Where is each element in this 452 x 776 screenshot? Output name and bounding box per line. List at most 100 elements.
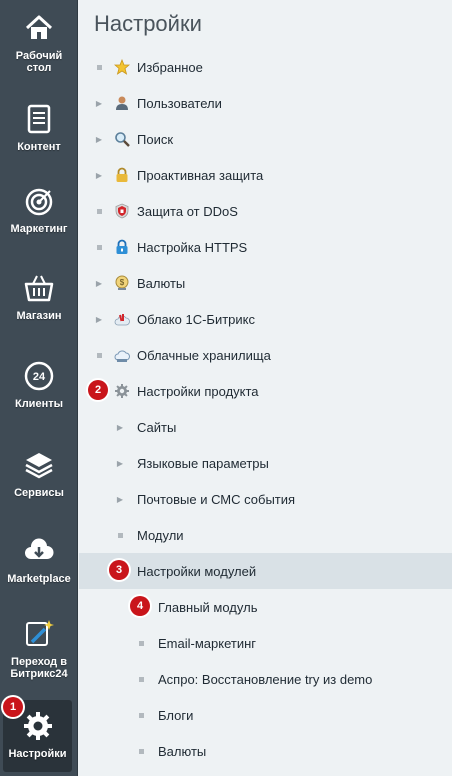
tree-item-label: Настройка HTTPS	[137, 239, 248, 255]
sidebar-item-bitrix24[interactable]: Переход в Битрикс24	[0, 618, 78, 680]
tree-item-label: Языковые параметры	[137, 455, 269, 471]
tree-item-currencies[interactable]: $ Валюты	[79, 265, 452, 301]
svg-text:$: $	[120, 278, 125, 287]
sidebar-item-label: Рабочий стол	[15, 50, 63, 74]
tree-item-language-settings[interactable]: Языковые параметры	[79, 445, 452, 481]
tree-item-label: Аспро: Восстановление try из demo	[158, 671, 373, 687]
basket-icon	[24, 275, 54, 302]
sidebar-item-label: Магазин	[16, 310, 62, 322]
document-icon	[27, 104, 51, 134]
clock-24-icon: 24	[24, 361, 54, 391]
step-badge-4: 4	[130, 596, 150, 616]
svg-text:24: 24	[33, 371, 46, 383]
expand-arrow-icon[interactable]	[95, 301, 103, 338]
settings-panel: Настройки Избранное Пользователи Поиск П…	[79, 0, 452, 776]
sidebar-item-label: Маркетинг	[10, 223, 68, 235]
sidebar-item-label: Клиенты	[14, 398, 63, 410]
tree-item-label: Проактивная защита	[137, 167, 264, 183]
tree-item-search[interactable]: Поиск	[79, 121, 452, 157]
tree-item-sites[interactable]: Сайты	[79, 409, 452, 445]
sidebar-item-marketplace[interactable]: Marketplace	[0, 535, 78, 585]
tree-item-label: Облачные хранилища	[137, 347, 271, 363]
tree-item-bitrix-cloud[interactable]: Облако 1С-Битрикс	[79, 301, 452, 337]
tree-item-label: Защита от DDoS	[137, 203, 238, 219]
tree-item-aspro-restore[interactable]: Аспро: Восстановление try из demo	[79, 661, 452, 697]
sidebar-item-desktop[interactable]: Рабочий стол	[0, 12, 78, 74]
bullet-marker	[95, 229, 103, 265]
sidebar-item-shop[interactable]: Магазин	[0, 272, 78, 322]
magic-wand-icon	[26, 620, 54, 646]
page-title: Настройки	[94, 11, 202, 36]
expand-arrow-icon[interactable]	[116, 445, 124, 482]
gear-icon	[115, 384, 129, 398]
tree-item-label: Настройки модулей	[137, 563, 257, 579]
sidebar-item-label: Контент	[17, 141, 61, 153]
expand-arrow-icon[interactable]	[116, 481, 124, 518]
tree-item-label: Блоги	[158, 707, 194, 723]
magnifier-icon	[115, 132, 130, 147]
step-badge-3: 3	[109, 560, 129, 580]
sidebar-item-label: Переход в Битрикс24	[10, 656, 68, 680]
expand-arrow-icon[interactable]	[116, 409, 124, 446]
bullet-marker	[137, 733, 145, 769]
tree-item-product-settings[interactable]: Настройки продукта	[79, 373, 452, 409]
bullet-marker	[137, 661, 145, 697]
sidebar-item-label: Сервисы	[14, 487, 64, 499]
expand-arrow-icon[interactable]	[95, 157, 103, 194]
gear-icon	[23, 712, 52, 740]
left-sidebar: Рабочий стол Контент Маркетинг Магазин 2…	[0, 0, 78, 776]
expand-arrow-icon[interactable]	[95, 265, 103, 302]
tree-item-label: Настройки продукта	[137, 383, 259, 399]
bullet-marker	[95, 193, 103, 229]
tree-item-label: Поиск	[137, 131, 174, 147]
bullet-marker	[137, 697, 145, 733]
tree-item-module-settings[interactable]: Настройки модулей	[79, 553, 452, 589]
step-badge-1: 1	[3, 697, 23, 717]
expand-arrow-icon[interactable]	[95, 121, 103, 158]
sidebar-item-label: Настройки	[8, 748, 67, 760]
bullet-marker	[95, 337, 103, 373]
tree-item-label: Избранное	[137, 59, 203, 75]
layers-icon	[25, 453, 53, 479]
tree-item-currency-module[interactable]: Валюты	[79, 733, 452, 769]
sidebar-item-label: Marketplace	[7, 573, 71, 585]
currency-icon: $	[115, 275, 129, 290]
tree-item-modules[interactable]: Модули	[79, 517, 452, 553]
https-lock-icon	[116, 239, 128, 254]
tree-item-https-settings[interactable]: Настройка HTTPS	[79, 229, 452, 265]
tree-item-label: Email-маркетинг	[158, 635, 257, 651]
star-icon	[114, 59, 130, 75]
sidebar-item-marketing[interactable]: Маркетинг	[0, 185, 78, 235]
cloud-icon	[114, 314, 130, 326]
tree-item-proactive-protection[interactable]: Проактивная защита	[79, 157, 452, 193]
bullet-marker	[116, 517, 124, 553]
target-icon	[25, 188, 53, 216]
expand-arrow-icon[interactable]	[95, 85, 103, 122]
tree-item-label: Пользователи	[137, 95, 222, 111]
tree-item-label: Облако 1С-Битрикс	[137, 311, 255, 327]
step-badge-2: 2	[88, 380, 108, 400]
padlock-icon	[116, 167, 128, 182]
tree-item-label: Главный модуль	[158, 599, 258, 615]
cloud-storage-icon	[114, 350, 130, 362]
tree-item-label: Сайты	[137, 419, 177, 435]
tree-item-label: Валюты	[158, 743, 207, 759]
tree-item-mail-sms-events[interactable]: Почтовые и СМС события	[79, 481, 452, 517]
tree-item-cloud-storage[interactable]: Облачные хранилища	[79, 337, 452, 373]
tree-item-email-marketing[interactable]: Email-маркетинг	[79, 625, 452, 661]
tree-item-ddos-protection[interactable]: Защита от DDoS	[79, 193, 452, 229]
tree-item-label: Валюты	[137, 275, 186, 291]
user-icon	[116, 96, 128, 110]
home-icon	[25, 15, 53, 39]
tree-item-users[interactable]: Пользователи	[79, 85, 452, 121]
bullet-marker	[95, 49, 103, 85]
sidebar-item-services[interactable]: Сервисы	[0, 449, 78, 499]
sidebar-item-content[interactable]: Контент	[0, 103, 78, 153]
tree-item-label: Модули	[137, 527, 184, 543]
tree-item-blogs[interactable]: Блоги	[79, 697, 452, 733]
tree-item-label: Почтовые и СМС события	[137, 491, 296, 507]
shield-icon	[115, 203, 129, 219]
bullet-marker	[137, 625, 145, 661]
sidebar-item-clients[interactable]: 24 Клиенты	[0, 360, 78, 410]
tree-item-favorites[interactable]: Избранное	[79, 49, 452, 85]
